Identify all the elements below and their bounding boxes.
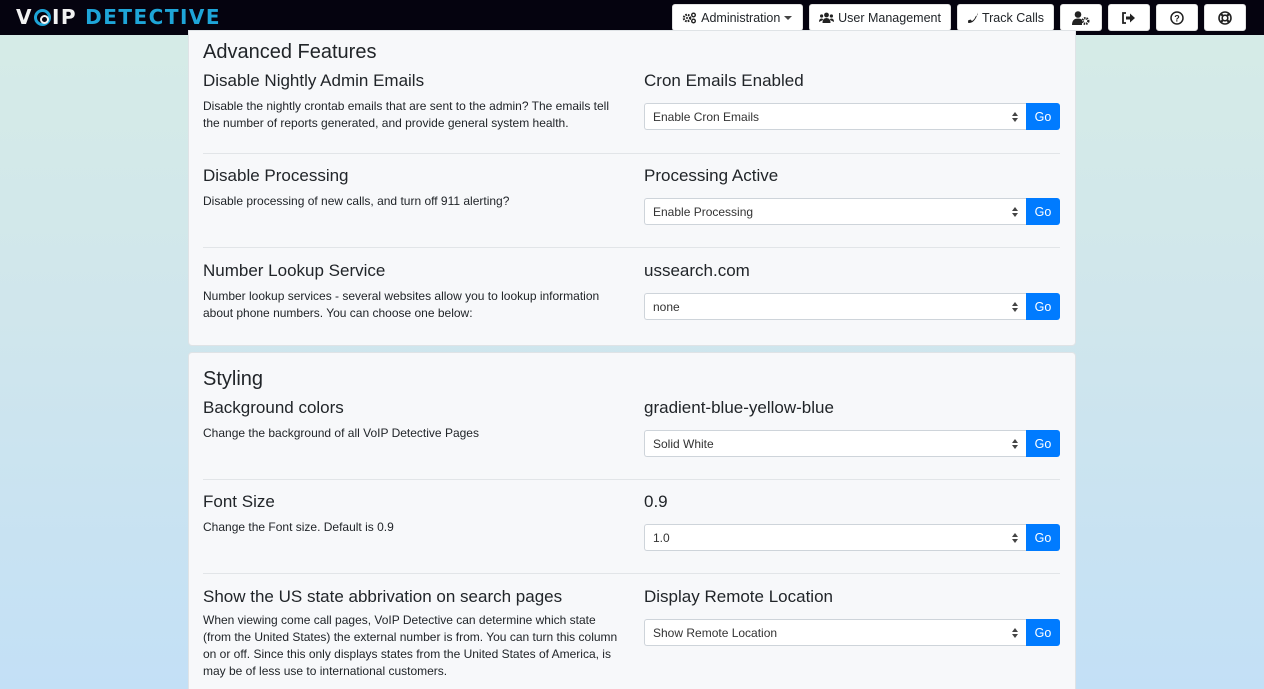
select-value: Solid White: [653, 436, 714, 451]
setting-heading: Number Lookup Service: [203, 261, 386, 280]
font-size-go-button[interactable]: Go: [1026, 524, 1060, 551]
users-icon: [819, 12, 835, 23]
setting-status: Cron Emails Enabled: [644, 71, 804, 90]
select-arrows-icon: [1012, 439, 1018, 449]
advanced-features-card: Advanced Features Disable Nightly Admin …: [188, 30, 1076, 346]
life-ring-icon: [1218, 10, 1232, 25]
font-size-form: 1.0 Go: [644, 524, 1060, 551]
setting-description: When viewing come call pages, VoIP Detec…: [203, 613, 618, 678]
question-circle-icon: ?: [1170, 10, 1184, 25]
font-size-select[interactable]: 1.0: [644, 524, 1026, 551]
number-lookup-select[interactable]: none: [644, 293, 1026, 320]
processing-select[interactable]: Enable Processing: [644, 198, 1026, 225]
setting-status: gradient-blue-yellow-blue: [644, 398, 834, 417]
nav-buttons: Administration User Management Track Cal…: [672, 4, 1246, 31]
select-value: Enable Processing: [653, 204, 754, 219]
help-button[interactable]: ?: [1156, 4, 1198, 31]
logo-voip: V IP: [16, 5, 77, 29]
select-value: Show Remote Location: [653, 625, 778, 640]
logo-signal-icon: [33, 8, 51, 26]
user-settings-button[interactable]: [1060, 4, 1102, 31]
track-calls-button[interactable]: Track Calls: [956, 4, 1054, 31]
administration-label: Administration: [701, 10, 781, 25]
sign-out-icon: [1122, 11, 1136, 24]
setting-heading: Background colors: [203, 398, 344, 417]
setting-heading: Disable Nightly Admin Emails: [203, 71, 425, 90]
select-value: Enable Cron Emails: [653, 109, 760, 124]
support-button[interactable]: [1204, 4, 1246, 31]
select-arrows-icon: [1012, 207, 1018, 217]
select-arrows-icon: [1012, 112, 1018, 122]
cron-emails-select[interactable]: Enable Cron Emails: [644, 103, 1026, 130]
cron-emails-go-button[interactable]: Go: [1026, 103, 1060, 130]
setting-status: Processing Active: [644, 166, 779, 185]
setting-description: Change the Font size. Default is 0.9: [203, 520, 394, 534]
number-lookup-form: none Go: [644, 293, 1060, 320]
setting-description: Change the background of all VoIP Detect…: [203, 426, 479, 440]
select-arrows-icon: [1012, 533, 1018, 543]
setting-heading: Show the US state abbrivation on search …: [203, 587, 563, 606]
setting-status: ussearch.com: [644, 261, 750, 280]
section-title: Advanced Features: [203, 41, 377, 63]
voip-detective-logo[interactable]: V IP DETECTIVE: [16, 4, 221, 30]
background-select[interactable]: Solid White: [644, 430, 1026, 457]
remote-location-select[interactable]: Show Remote Location: [644, 619, 1026, 646]
administration-dropdown-button[interactable]: Administration: [672, 4, 804, 31]
setting-description: Disable processing of new calls, and tur…: [203, 194, 510, 208]
select-value: none: [653, 299, 680, 314]
divider: [203, 153, 1060, 154]
select-arrows-icon: [1012, 302, 1018, 312]
cron-emails-form: Enable Cron Emails Go: [644, 103, 1060, 130]
logo-detective: DETECTIVE: [85, 5, 222, 29]
background-go-button[interactable]: Go: [1026, 430, 1060, 457]
track-calls-label: Track Calls: [981, 10, 1044, 25]
setting-description: Number lookup services - several website…: [203, 289, 600, 320]
processing-go-button[interactable]: Go: [1026, 198, 1060, 225]
divider: [203, 247, 1060, 248]
setting-heading: Font Size: [203, 492, 275, 511]
logo-v: V: [16, 5, 33, 29]
user-cog-icon: [1072, 10, 1090, 25]
select-arrows-icon: [1012, 628, 1018, 638]
select-value: 1.0: [653, 530, 670, 545]
phone-icon: [967, 12, 978, 24]
styling-card: Styling Background colors Change the bac…: [188, 352, 1076, 689]
setting-status: Display Remote Location: [644, 587, 833, 606]
background-form: Solid White Go: [644, 430, 1060, 457]
remote-location-go-button[interactable]: Go: [1026, 619, 1060, 646]
processing-form: Enable Processing Go: [644, 198, 1060, 225]
svg-text:?: ?: [1174, 13, 1180, 23]
section-title: Styling: [203, 368, 264, 390]
divider: [203, 573, 1060, 574]
setting-heading: Disable Processing: [203, 166, 349, 185]
remote-location-form: Show Remote Location Go: [644, 619, 1060, 646]
logo-ip: IP: [51, 5, 78, 29]
setting-status: 0.9: [644, 492, 668, 511]
divider: [203, 479, 1060, 480]
chevron-down-icon: [784, 15, 793, 20]
user-management-label: User Management: [838, 10, 941, 25]
number-lookup-go-button[interactable]: Go: [1026, 293, 1060, 320]
user-management-button[interactable]: User Management: [809, 4, 951, 31]
cogs-icon: [682, 12, 697, 24]
logout-button[interactable]: [1108, 4, 1150, 31]
setting-description: Disable the nightly crontab emails that …: [203, 99, 609, 130]
